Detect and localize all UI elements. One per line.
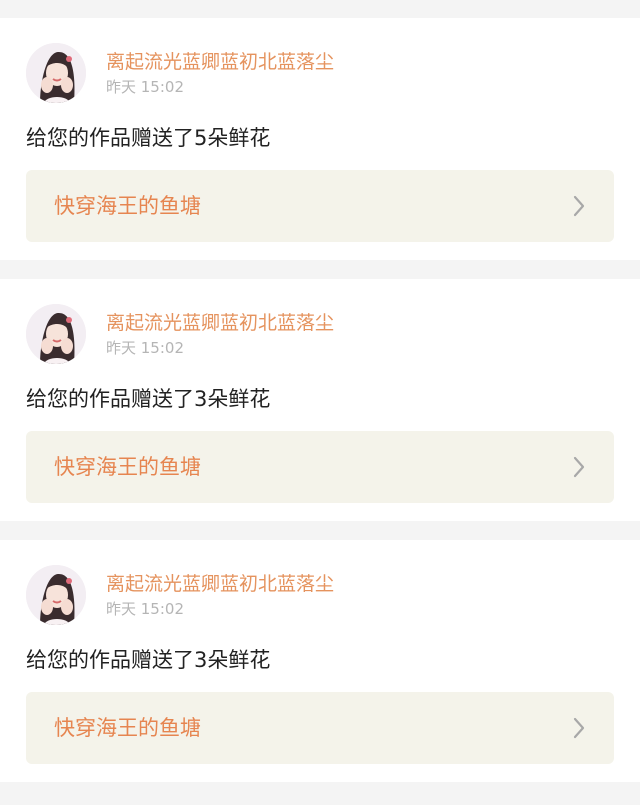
timestamp: 昨天 15:02 — [106, 78, 184, 96]
chevron-right-icon — [573, 195, 585, 217]
user-avatar[interactable] — [26, 565, 86, 625]
work-link-button[interactable]: 快穿海王的鱼塘 — [26, 431, 614, 503]
user-avatar[interactable] — [26, 304, 86, 364]
avatar-portrait-icon — [26, 304, 86, 364]
username[interactable]: 离起流光蓝卿蓝初北蓝落尘 — [106, 49, 334, 75]
gift-notification-card: 离起流光蓝卿蓝初北蓝落尘 昨天 15:02 给您的作品赠送了3朵鲜花 快穿海王的… — [0, 279, 640, 521]
work-link-button[interactable]: 快穿海王的鱼塘 — [26, 692, 614, 764]
work-title: 快穿海王的鱼塘 — [54, 194, 201, 218]
gift-notification-card: 离起流光蓝卿蓝初北蓝落尘 昨天 15:02 给您的作品赠送了5朵鲜花 快穿海王的… — [0, 18, 640, 260]
timestamp: 昨天 15:02 — [106, 339, 184, 357]
user-avatar[interactable] — [26, 43, 86, 103]
chevron-right-icon — [573, 717, 585, 739]
notification-feed: 离起流光蓝卿蓝初北蓝落尘 昨天 15:02 给您的作品赠送了5朵鲜花 快穿海王的… — [0, 0, 640, 805]
username[interactable]: 离起流光蓝卿蓝初北蓝落尘 — [106, 571, 334, 597]
avatar-portrait-icon — [26, 43, 86, 103]
work-link-button[interactable]: 快穿海王的鱼塘 — [26, 170, 614, 242]
timestamp: 昨天 15:02 — [106, 600, 184, 618]
gift-message: 给您的作品赠送了3朵鲜花 — [26, 387, 271, 411]
username[interactable]: 离起流光蓝卿蓝初北蓝落尘 — [106, 310, 334, 336]
work-title: 快穿海王的鱼塘 — [54, 455, 201, 479]
work-title: 快穿海王的鱼塘 — [54, 716, 201, 740]
gift-notification-card: 离起流光蓝卿蓝初北蓝落尘 昨天 15:02 给您的作品赠送了3朵鲜花 快穿海王的… — [0, 540, 640, 782]
chevron-right-icon — [573, 456, 585, 478]
gift-message: 给您的作品赠送了3朵鲜花 — [26, 648, 271, 672]
gift-message: 给您的作品赠送了5朵鲜花 — [26, 126, 271, 150]
avatar-portrait-icon — [26, 565, 86, 625]
